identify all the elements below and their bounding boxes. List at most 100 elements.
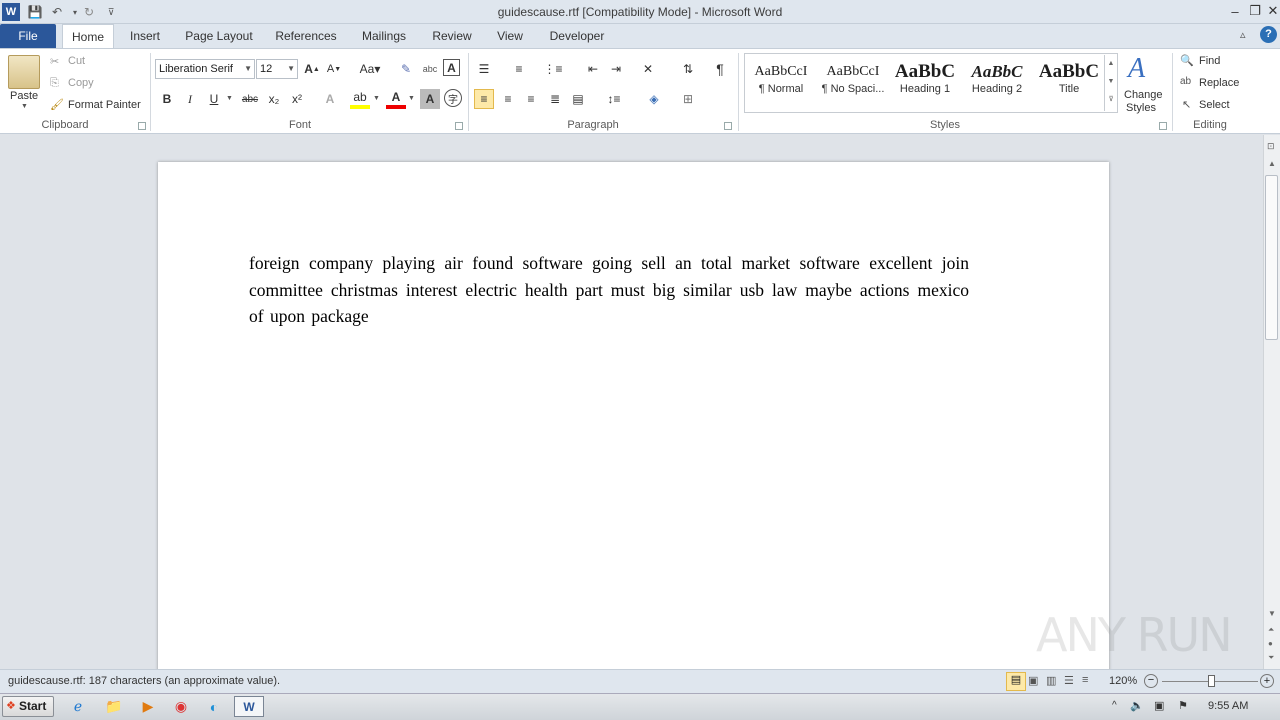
print-layout-icon[interactable]: ▤ — [1006, 672, 1026, 691]
underline-dropdown-icon[interactable]: ▼ — [226, 95, 233, 102]
strikethrough-button[interactable]: abc — [240, 89, 260, 109]
change-styles-button[interactable]: Change — [1124, 89, 1163, 101]
align-right-icon[interactable]: ≡ — [521, 89, 541, 109]
align-left-icon[interactable]: ≡ — [474, 89, 494, 109]
help-icon[interactable]: ? — [1260, 26, 1277, 43]
borders-icon[interactable]: ⊞ — [678, 89, 698, 109]
tab-page-layout[interactable]: Page Layout — [180, 24, 258, 48]
select-button[interactable]: Select — [1199, 99, 1230, 111]
sort-icon[interactable]: ⇅ — [678, 59, 698, 79]
font-color-icon[interactable]: A — [386, 89, 406, 109]
decrease-indent-icon[interactable]: ⇤ — [583, 59, 603, 79]
volume-icon[interactable]: 🔈 — [1130, 699, 1144, 712]
scroll-down-icon[interactable]: ▼ — [1268, 609, 1276, 618]
increase-indent-icon[interactable]: ⇥ — [606, 59, 626, 79]
clear-formatting-icon[interactable]: ✎ — [396, 59, 416, 79]
multilevel-list-icon[interactable]: ⋮≡ — [543, 59, 563, 79]
copy-button[interactable]: Copy — [68, 77, 94, 89]
line-spacing-icon[interactable]: ↕≡ — [604, 89, 624, 109]
outline-icon[interactable]: ☰ — [1064, 674, 1074, 687]
tab-review[interactable]: Review — [426, 24, 478, 48]
tab-home[interactable]: Home — [62, 24, 114, 49]
underline-button[interactable]: U — [204, 89, 224, 109]
zoom-in-icon[interactable]: + — [1260, 674, 1274, 688]
zoom-out-icon[interactable]: − — [1144, 674, 1158, 688]
document-page[interactable] — [158, 162, 1109, 682]
replace-button[interactable]: Replace — [1199, 77, 1239, 89]
zoom-level[interactable]: 120% — [1109, 675, 1137, 687]
find-button[interactable]: Find — [1199, 55, 1220, 67]
show-hide-button[interactable]: ¶ — [710, 59, 730, 79]
previous-page-icon[interactable]: ⏶ — [1268, 625, 1274, 635]
format-painter-button[interactable]: Format Painter — [68, 99, 141, 111]
full-screen-reading-icon[interactable]: ▣ — [1028, 674, 1038, 687]
media-player-icon[interactable]: ▶ — [134, 696, 162, 717]
tab-developer[interactable]: Developer — [542, 24, 612, 48]
asian-layout-icon[interactable]: ✕ — [638, 59, 658, 79]
highlight-dropdown-icon[interactable]: ▼ — [373, 95, 380, 102]
tab-file[interactable]: File — [0, 24, 56, 48]
style-no-spacing[interactable]: AaBbCcI ¶ No Spaci... — [818, 55, 888, 107]
draft-icon[interactable]: ≡ — [1082, 674, 1088, 686]
numbering-icon[interactable]: ≡ — [509, 59, 529, 79]
paste-dropdown-icon[interactable]: ▼ — [21, 103, 28, 110]
action-center-flag-icon[interactable]: ⚑ — [1178, 699, 1188, 712]
tab-references[interactable]: References — [270, 24, 342, 48]
edge-icon[interactable]: ◐ — [200, 696, 228, 717]
style-normal[interactable]: AaBbCcI ¶ Normal — [746, 55, 816, 107]
browse-object-icon[interactable]: ● — [1268, 639, 1273, 648]
justify-icon[interactable]: ≣ — [545, 89, 565, 109]
character-border-icon[interactable]: A — [443, 59, 460, 76]
next-page-icon[interactable]: ⏷ — [1268, 653, 1274, 663]
font-family-combo[interactable]: Liberation Serif ▼ — [155, 59, 255, 79]
font-size-combo[interactable]: 12 ▼ — [256, 59, 298, 79]
change-styles-button-line2[interactable]: Styles — [1126, 102, 1156, 114]
paragraph-launcher-icon[interactable] — [724, 122, 732, 130]
web-layout-icon[interactable]: ▥ — [1046, 674, 1056, 687]
distributed-icon[interactable]: ▤ — [568, 89, 588, 109]
paste-icon[interactable] — [8, 55, 40, 89]
style-title[interactable]: AaBbC Title — [1034, 55, 1104, 107]
font-color-dropdown-icon[interactable]: ▼ — [408, 95, 415, 102]
paste-button[interactable]: Paste — [10, 90, 38, 102]
text-effects-icon[interactable]: A — [320, 89, 340, 109]
font-family-dropdown-icon[interactable]: ▼ — [244, 60, 252, 78]
bold-button[interactable]: B — [157, 89, 177, 109]
italic-button[interactable]: I — [180, 89, 200, 109]
close-button[interactable]: ✕ — [1262, 2, 1280, 20]
start-button[interactable]: ❖ Start — [2, 696, 54, 717]
font-size-dropdown-icon[interactable]: ▼ — [287, 60, 295, 78]
clock[interactable]: 9:55 AM — [1208, 700, 1248, 712]
file-explorer-icon[interactable]: 📁 — [100, 696, 128, 717]
styles-scroll-icon[interactable]: ▲ ▼ ⊽ — [1104, 55, 1117, 111]
collapse-ribbon-icon[interactable]: ▵ — [1240, 28, 1246, 41]
phonetic-guide-icon[interactable]: abc — [420, 59, 440, 79]
network-icon[interactable]: ▣ — [1154, 699, 1164, 712]
bullets-icon[interactable]: ☰ — [474, 59, 494, 79]
chrome-icon[interactable]: ◉ — [167, 696, 195, 717]
tab-view[interactable]: View — [490, 24, 530, 48]
tab-mailings[interactable]: Mailings — [354, 24, 414, 48]
enclose-characters-icon[interactable]: 字 — [444, 89, 462, 107]
superscript-button[interactable]: x² — [287, 89, 307, 109]
minimize-button[interactable]: – — [1224, 2, 1246, 20]
scroll-up-icon[interactable]: ▲ — [1268, 159, 1276, 168]
style-heading-1[interactable]: AaBbC Heading 1 — [890, 55, 960, 107]
shading-icon[interactable]: ◈ — [644, 89, 664, 109]
change-case-icon[interactable]: Aa▾ — [356, 59, 384, 79]
document-body-text[interactable]: foreign company playing air found softwa… — [249, 250, 969, 330]
grow-font-icon[interactable]: A ▲ — [302, 59, 322, 79]
clipboard-launcher-icon[interactable] — [138, 122, 146, 130]
show-hidden-icons-icon[interactable]: ^ — [1112, 700, 1117, 711]
scrollbar-thumb[interactable] — [1265, 175, 1278, 340]
zoom-slider-thumb[interactable] — [1208, 675, 1215, 687]
character-shading-icon[interactable]: A — [420, 89, 440, 109]
tab-insert[interactable]: Insert — [122, 24, 168, 48]
align-center-icon[interactable]: ≡ — [498, 89, 518, 109]
word-taskbar-icon[interactable]: W — [234, 696, 264, 717]
change-styles-icon[interactable]: A — [1128, 53, 1145, 85]
cut-button[interactable]: Cut — [68, 55, 85, 67]
styles-launcher-icon[interactable] — [1159, 122, 1167, 130]
highlight-icon[interactable]: ab — [350, 89, 370, 109]
font-launcher-icon[interactable] — [455, 122, 463, 130]
